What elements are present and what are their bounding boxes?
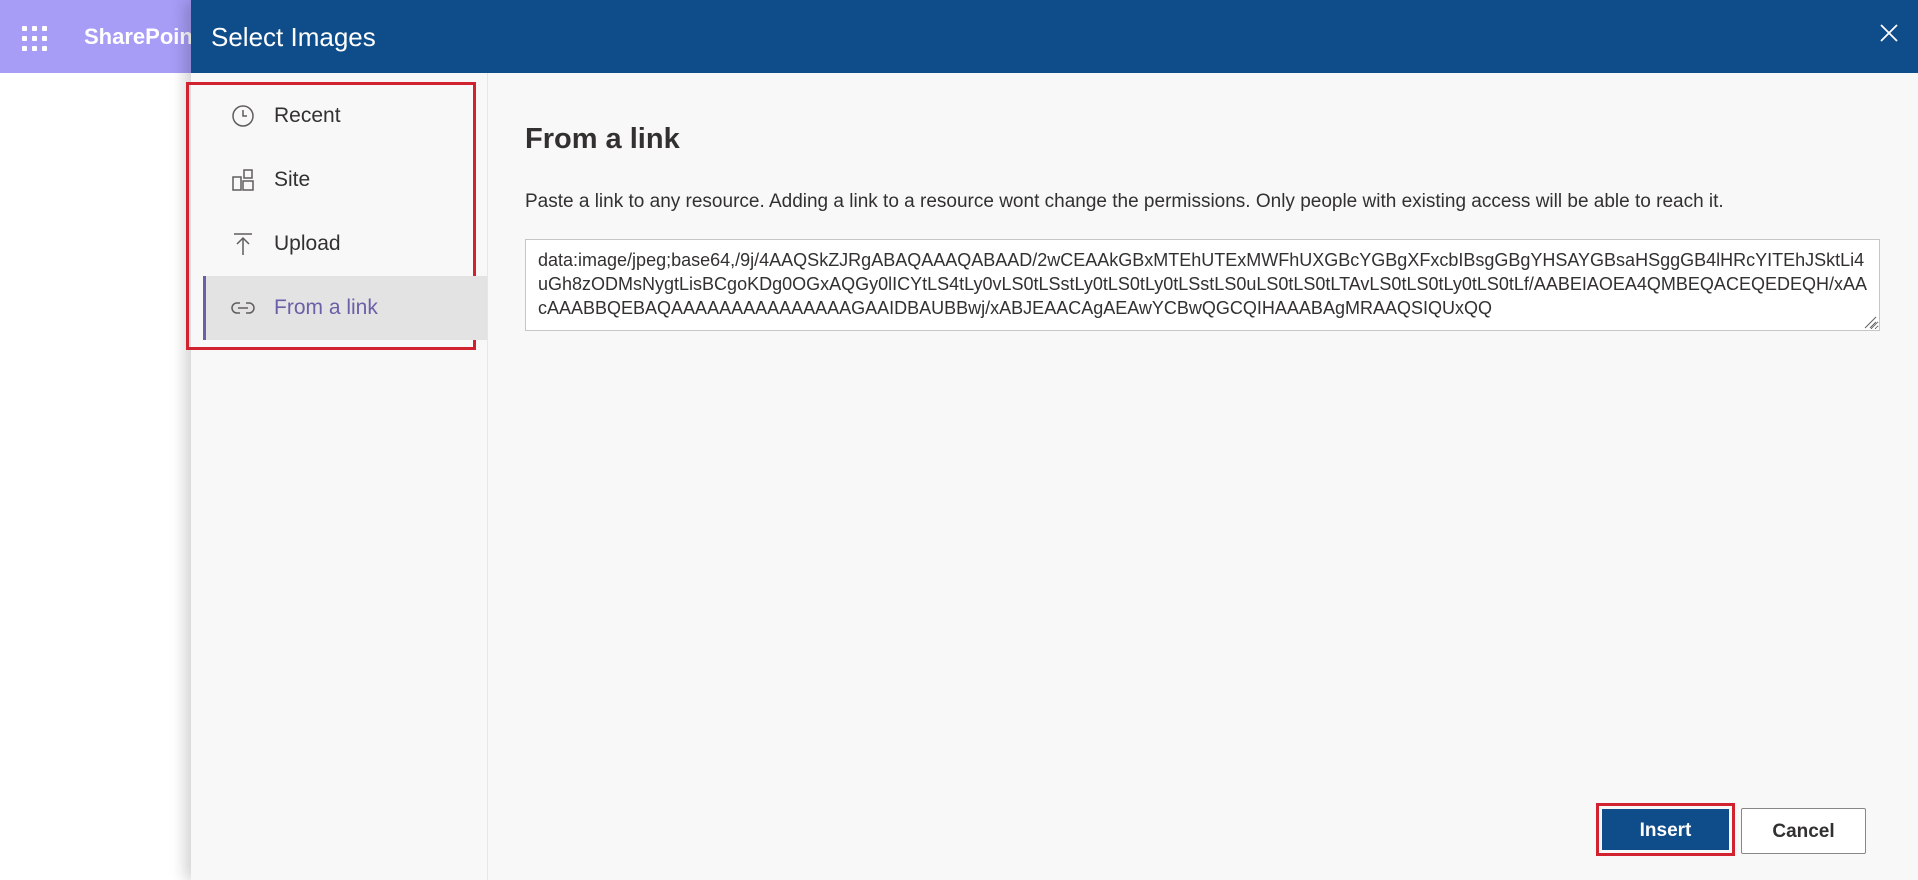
sharepoint-title[interactable]: SharePoint <box>84 24 200 50</box>
link-input[interactable]: data:image/jpeg;base64,/9j/4AAQSkZJRgABA… <box>525 239 1880 331</box>
nav-item-site[interactable]: Site <box>203 148 487 212</box>
nav-item-label: From a link <box>274 296 378 319</box>
section-description: Paste a link to any resource. Adding a l… <box>525 191 1724 212</box>
nav-item-recent[interactable]: Recent <box>203 84 487 148</box>
insert-button[interactable]: Insert <box>1602 809 1729 850</box>
nav-item-label: Site <box>274 168 311 191</box>
waffle-icon[interactable] <box>22 26 48 51</box>
close-button[interactable] <box>1874 18 1904 48</box>
screen: SharePoint Select Images Recent Site Upl… <box>0 0 1918 880</box>
cancel-button[interactable]: Cancel <box>1741 808 1866 854</box>
upload-icon <box>228 229 258 259</box>
select-images-panel: Select Images Recent Site Upload From a … <box>186 0 1918 880</box>
from-link-pane: From a link Paste a link to any resource… <box>488 73 1918 880</box>
resize-grip-icon[interactable] <box>1863 315 1877 329</box>
source-nav: Recent Site Upload From a link <box>186 73 488 880</box>
clock-icon <box>228 101 258 131</box>
nav-item-from-a-link[interactable]: From a link <box>203 276 487 340</box>
panel-header: Select Images <box>191 0 1918 73</box>
nav-item-upload[interactable]: Upload <box>203 212 487 276</box>
link-icon <box>228 293 258 323</box>
section-title: From a link <box>525 123 680 155</box>
nav-item-label: Recent <box>274 104 341 127</box>
panel-title: Select Images <box>211 22 376 52</box>
site-icon <box>228 165 258 195</box>
close-icon <box>1880 24 1898 42</box>
nav-item-label: Upload <box>274 232 341 255</box>
